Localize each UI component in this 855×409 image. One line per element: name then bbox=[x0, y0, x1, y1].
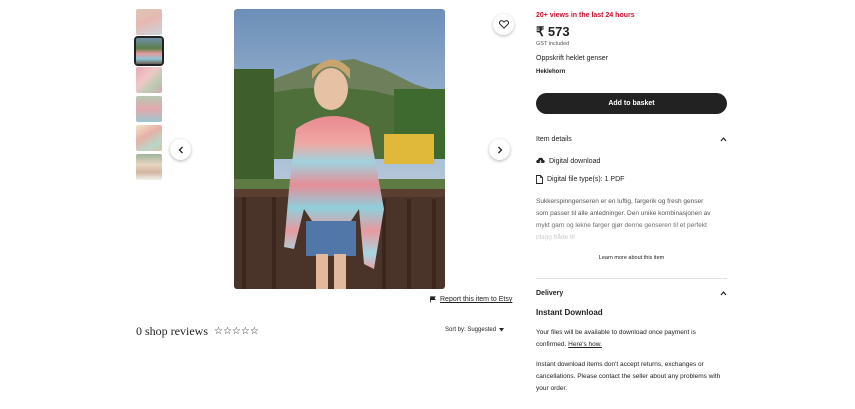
thumbnail[interactable] bbox=[134, 36, 164, 66]
heres-how-link[interactable]: Here's how. bbox=[568, 341, 602, 348]
flag-icon bbox=[430, 296, 436, 303]
sort-label: Sort by: Suggested bbox=[445, 327, 497, 333]
report-link[interactable]: Report this item to Etsy bbox=[440, 296, 512, 303]
learn-more-link[interactable]: Learn more about this item bbox=[536, 255, 727, 261]
thumbnail[interactable] bbox=[136, 9, 162, 35]
add-to-basket-button[interactable]: Add to basket bbox=[536, 93, 727, 114]
download-availability-text: Your files will be available to download… bbox=[536, 327, 727, 351]
thumbnail-strip bbox=[134, 9, 164, 183]
thumbnail[interactable] bbox=[136, 96, 162, 122]
delivery-toggle[interactable]: Delivery bbox=[536, 290, 727, 297]
views-notice: 20+ views in the last 24 hours bbox=[536, 12, 635, 19]
feature-label: Digital file type(s): 1 PDF bbox=[547, 176, 625, 183]
item-description: Sukkerspinngenseren er en luftig, farger… bbox=[536, 198, 711, 241]
instant-download-title: Instant Download bbox=[536, 308, 603, 317]
file-icon bbox=[536, 175, 543, 184]
chevron-up-icon bbox=[720, 291, 727, 296]
item-details-toggle[interactable]: Item details bbox=[536, 136, 727, 143]
caret-down-icon bbox=[499, 328, 505, 332]
cloud-download-icon bbox=[536, 157, 545, 164]
shop-reviews-header: 0 shop reviews ☆☆☆☆☆ bbox=[136, 324, 259, 339]
sort-dropdown[interactable]: Sort by: Suggested bbox=[445, 327, 505, 333]
shop-reviews-title: 0 shop reviews bbox=[136, 324, 208, 338]
price: ₹ 573 bbox=[536, 24, 570, 39]
chevron-right-icon bbox=[497, 146, 502, 153]
favorite-button[interactable] bbox=[493, 14, 514, 35]
heart-icon bbox=[498, 20, 509, 29]
thumbnail[interactable] bbox=[136, 67, 162, 93]
product-photo bbox=[234, 9, 445, 289]
feature-file-type: Digital file type(s): 1 PDF bbox=[536, 175, 624, 184]
rating-stars: ☆☆☆☆☆ bbox=[214, 326, 259, 337]
report-item: Report this item to Etsy bbox=[430, 296, 512, 303]
chevron-left-icon bbox=[178, 146, 183, 153]
chevron-up-icon bbox=[720, 137, 727, 142]
next-image-button[interactable] bbox=[489, 139, 510, 160]
shop-name-link[interactable]: Heklehorn bbox=[536, 69, 565, 75]
previous-image-button[interactable] bbox=[170, 139, 191, 160]
thumbnail[interactable] bbox=[136, 125, 162, 151]
product-title: Oppskrift heklet genser bbox=[536, 55, 608, 62]
availability-text: Your files will be available to download… bbox=[536, 329, 696, 348]
section-divider bbox=[536, 278, 727, 279]
feature-label: Digital download bbox=[549, 157, 601, 165]
feature-digital-download: Digital download bbox=[536, 157, 600, 165]
main-product-image[interactable] bbox=[234, 9, 445, 289]
gst-note: GST included bbox=[536, 41, 570, 47]
delivery-heading: Delivery bbox=[536, 290, 564, 297]
thumbnail[interactable] bbox=[136, 154, 162, 180]
item-details-heading: Item details bbox=[536, 136, 572, 143]
returns-policy-text: Instant download items don't accept retu… bbox=[536, 361, 721, 392]
